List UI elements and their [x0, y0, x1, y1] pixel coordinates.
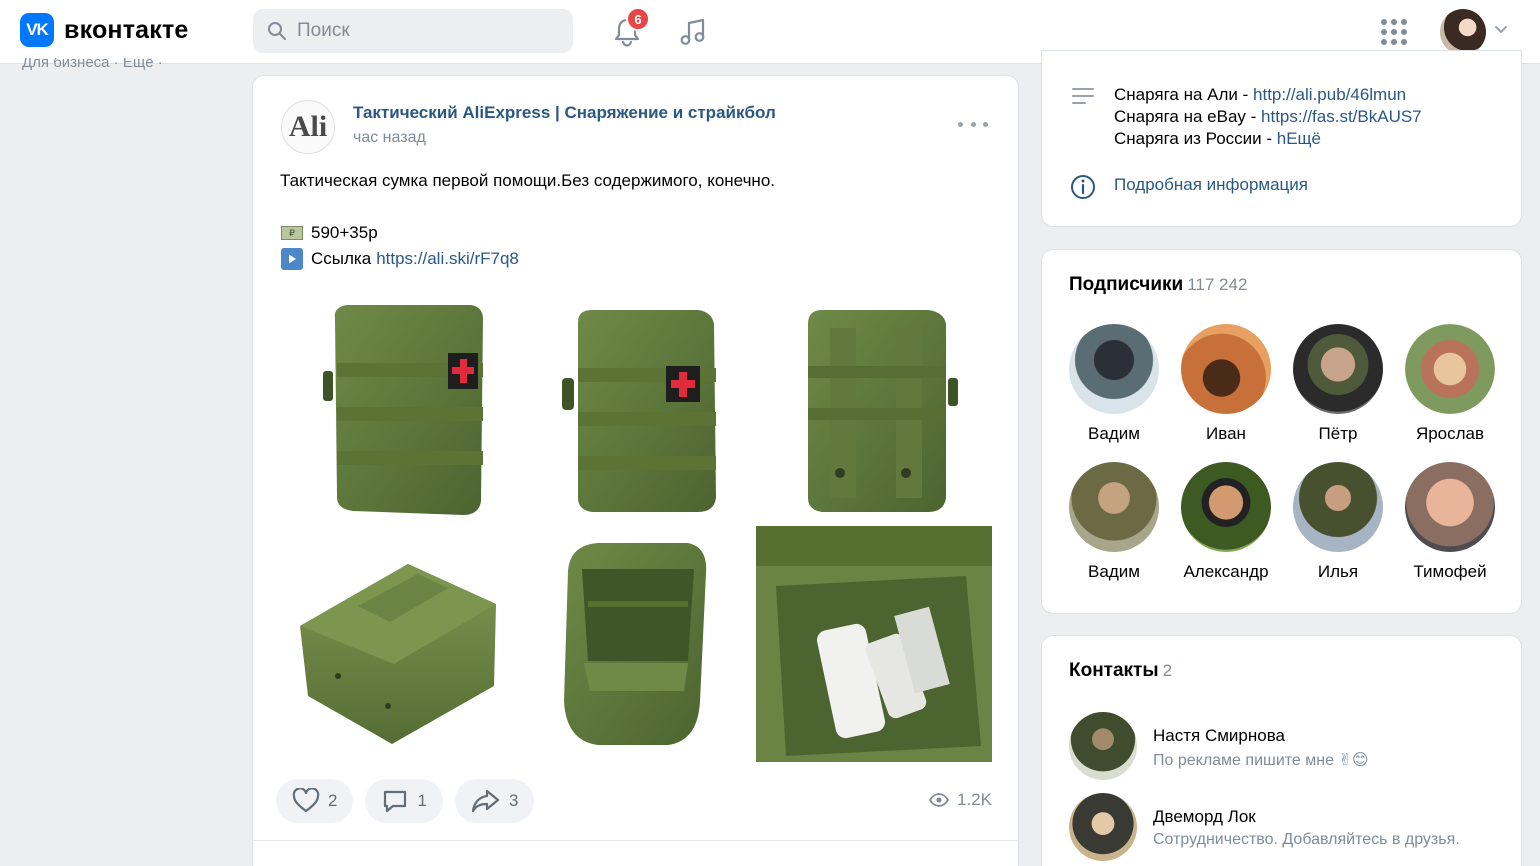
- profile-avatar[interactable]: [1440, 9, 1486, 55]
- post-card: Ali Тактический AliExpress | Снаряжение …: [252, 75, 1020, 866]
- subscribers-title[interactable]: Подписчики 117 242: [1069, 274, 1247, 296]
- heart-icon: [292, 788, 320, 813]
- pouch-photo-5: [564, 543, 707, 745]
- vk-logo[interactable]: VK вконтакте: [20, 13, 189, 47]
- pouch-photo-1: [323, 305, 483, 515]
- vk-logo-text: вконтакте: [64, 15, 189, 44]
- like-count: 2: [328, 791, 338, 810]
- post-price-line: ₽ 590+35р: [281, 220, 378, 246]
- share-count: 3: [508, 791, 519, 810]
- post-photo-gallery[interactable]: [293, 296, 993, 766]
- post-link-line: Ссылка https://ali.ski/rF7q8: [281, 246, 519, 272]
- notifications-badge: 6: [626, 7, 650, 31]
- subscriber-item[interactable]: Ярослав: [1394, 324, 1506, 444]
- eye-icon: [929, 793, 949, 807]
- post-actions: 2 1 3: [276, 779, 546, 823]
- search-input[interactable]: [297, 20, 537, 42]
- views-counter: 1.2K: [929, 790, 992, 810]
- more-info-link[interactable]: Подробная информация: [1114, 175, 1308, 195]
- group-avatar[interactable]: Ali: [281, 100, 335, 154]
- subscriber-item[interactable]: Вадим: [1058, 324, 1170, 444]
- post-divider: [253, 840, 1020, 841]
- post-author[interactable]: Тактический AliExpress | Снаряжение и ст…: [353, 103, 776, 123]
- comment-button[interactable]: 1: [365, 779, 443, 823]
- play-icon: [281, 248, 303, 270]
- contact-subtitle: Сотрудничество. Добавляйтесь в друзья.: [1153, 831, 1460, 848]
- post-time[interactable]: час назад: [353, 129, 426, 147]
- contacts-title[interactable]: Контакты 2: [1069, 660, 1172, 682]
- post-text: Тактическая сумка первой помощи.Без соде…: [280, 171, 775, 190]
- apps-button[interactable]: [1374, 12, 1414, 52]
- chevron-down-icon[interactable]: [1494, 24, 1508, 34]
- show-more-link[interactable]: hЕщё: [1277, 129, 1321, 148]
- avatar: [1405, 324, 1495, 414]
- post-price: 590+35р: [311, 223, 378, 242]
- description-icon: [1072, 88, 1094, 104]
- avatar: [1069, 462, 1159, 552]
- group-description: Снаряга на Али - http://ali.pub/46lmun С…: [1114, 85, 1422, 148]
- avatar: [1181, 324, 1271, 414]
- search-icon: [268, 22, 286, 40]
- subscribers-card: Подписчики 117 242 Вадим Иван Пётр Яросла…: [1041, 249, 1522, 614]
- avatar: [1405, 462, 1495, 552]
- info-icon: [1071, 175, 1095, 199]
- more-options-icon[interactable]: [958, 114, 988, 134]
- pouch-photo-4: [300, 564, 496, 744]
- views-count: 1.2K: [957, 790, 992, 809]
- ali-link[interactable]: http://ali.pub/46lmun: [1253, 85, 1406, 104]
- ebay-link[interactable]: https://fas.st/BkAUS7: [1261, 107, 1422, 126]
- avatar: [1293, 462, 1383, 552]
- search-box[interactable]: [253, 9, 573, 53]
- apps-grid-icon: [1381, 19, 1407, 45]
- money-icon: ₽: [281, 226, 303, 240]
- comment-icon: [384, 790, 407, 813]
- contacts-card: Контакты 2 Настя Смирнова По рекламе пиши…: [1041, 635, 1522, 866]
- like-button[interactable]: 2: [276, 779, 354, 823]
- subscribers-count: 117 242: [1187, 275, 1248, 294]
- subscriber-item[interactable]: Александр: [1170, 462, 1282, 582]
- contact-name[interactable]: Двеморд Лок: [1153, 807, 1256, 827]
- notifications-button[interactable]: 6: [607, 7, 650, 52]
- group-info-card: Снаряга на Али - http://ali.pub/46lmun С…: [1041, 50, 1522, 227]
- contacts-count: 2: [1162, 661, 1173, 680]
- music-button[interactable]: [673, 12, 713, 52]
- pouch-photos: [300, 305, 992, 762]
- pouch-photo-2: [562, 310, 716, 512]
- share-icon: [471, 789, 500, 813]
- avatar: [1069, 712, 1137, 780]
- avatar: [1069, 793, 1137, 861]
- contact-name[interactable]: Настя Смирнова: [1153, 726, 1285, 746]
- share-button[interactable]: 3: [454, 779, 535, 823]
- pouch-photo-6: [756, 526, 992, 762]
- subscriber-item[interactable]: Пётр: [1282, 324, 1394, 444]
- contact-subtitle: По рекламе пишите мне ✌😊: [1153, 752, 1369, 769]
- comment-count: 1: [417, 791, 427, 810]
- vk-logo-icon: VK: [20, 13, 54, 47]
- subscriber-item[interactable]: Тимофей: [1394, 462, 1506, 582]
- music-icon: [680, 18, 705, 45]
- subscriber-item[interactable]: Иван: [1170, 324, 1282, 444]
- pouch-photo-3: [808, 310, 958, 512]
- avatar: [1069, 324, 1159, 414]
- subscriber-item[interactable]: Илья: [1282, 462, 1394, 582]
- post-link-url[interactable]: https://ali.ski/rF7q8: [376, 246, 519, 272]
- avatar: [1293, 324, 1383, 414]
- post-link-label: Ссылка: [311, 249, 372, 268]
- subscriber-item[interactable]: Вадим: [1058, 462, 1170, 582]
- avatar: [1181, 462, 1271, 552]
